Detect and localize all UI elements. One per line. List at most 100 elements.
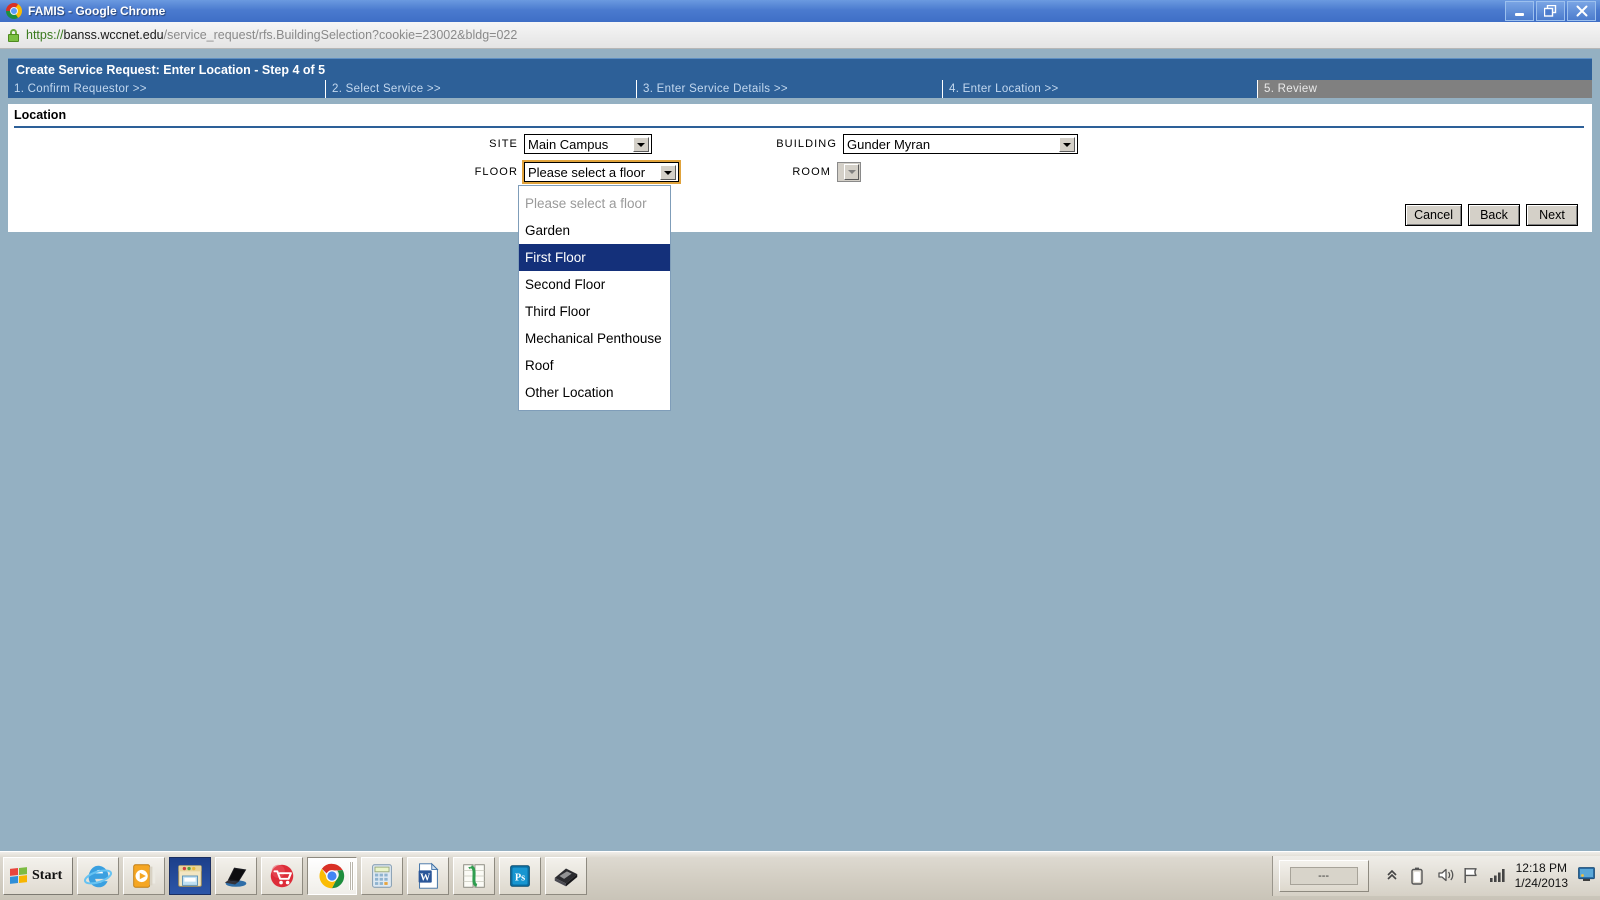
floor-option-label: Roof xyxy=(525,358,554,373)
floor-option-label: First Floor xyxy=(525,250,586,265)
minimize-icon[interactable] xyxy=(1505,1,1534,21)
chevron-up-icon[interactable] xyxy=(1385,867,1401,885)
screen: FAMIS - Google Chrome https://banss.wccn… xyxy=(0,0,1600,900)
cancel-button[interactable]: Cancel xyxy=(1405,204,1462,226)
clock-time: 12:18 PM xyxy=(1515,861,1567,875)
floor-option-label: Garden xyxy=(525,223,571,238)
step-label: 3. Enter Service Details >> xyxy=(643,83,788,95)
url-path: /service_request/rfs.BuildingSelection?c… xyxy=(163,28,518,42)
step-label: 1. Confirm Requestor >> xyxy=(14,83,147,95)
floor-option[interactable]: Garden xyxy=(519,217,670,244)
language-bar[interactable]: --- xyxy=(1278,860,1369,892)
shopping-cart-icon xyxy=(271,864,294,888)
taskbar-item-spreadsheet[interactable] xyxy=(453,857,496,895)
app-header: Create Service Request: Enter Location -… xyxy=(8,58,1592,81)
room-select[interactable] xyxy=(837,162,861,182)
site-select-value: Main Campus xyxy=(528,136,609,152)
action-center-flag-icon[interactable] xyxy=(1463,867,1479,885)
floor-option[interactable]: Mechanical Penthouse xyxy=(519,325,670,352)
floor-option[interactable]: Roof xyxy=(519,352,670,379)
chrome-logo-icon xyxy=(6,3,22,19)
section-divider xyxy=(14,126,1584,128)
taskbar-item-photoshop[interactable]: Ps xyxy=(499,857,542,895)
clock[interactable]: 12:18 PM 1/24/2013 xyxy=(1515,861,1568,891)
chevron-down-icon[interactable] xyxy=(844,164,859,180)
system-tray: --- 12:18 PM 1/24/2013 xyxy=(1271,856,1600,896)
file-explorer-icon xyxy=(178,865,203,887)
step-1-confirm-requestor[interactable]: 1. Confirm Requestor >> xyxy=(8,80,325,98)
back-button[interactable]: Back xyxy=(1468,204,1520,226)
svg-text:Ps: Ps xyxy=(515,873,525,884)
room-label: ROOM xyxy=(792,166,831,178)
step-label: 5. Review xyxy=(1264,83,1318,95)
floor-select[interactable]: Please select a floor xyxy=(522,160,681,184)
building-select-value: Gunder Myran xyxy=(847,136,931,152)
volume-icon[interactable] xyxy=(1437,867,1453,885)
url-text: https://banss.wccnet.edu/service_request… xyxy=(26,28,517,42)
battery-icon[interactable] xyxy=(1410,867,1427,885)
floor-option[interactable]: Please select a floor xyxy=(519,190,670,217)
building-label: BUILDING xyxy=(776,138,837,150)
chevron-down-icon[interactable] xyxy=(1059,137,1075,152)
signal-bars-icon[interactable] xyxy=(1489,867,1505,885)
section-title: Location xyxy=(14,108,67,122)
photoshop-icon: Ps xyxy=(510,865,531,887)
taskbar-item-laptop[interactable] xyxy=(215,857,258,895)
step-3-enter-service-details[interactable]: 3. Enter Service Details >> xyxy=(636,80,942,98)
microsoft-word-icon: W xyxy=(418,862,439,889)
laptop-icon xyxy=(225,867,247,887)
site-label: SITE xyxy=(489,138,518,150)
page-title: Create Service Request: Enter Location -… xyxy=(16,63,326,77)
floor-select-value: Please select a floor xyxy=(528,164,646,180)
taskbar-item-microsoft-word[interactable]: W xyxy=(407,857,450,895)
clock-date: 1/24/2013 xyxy=(1514,876,1568,890)
chevron-down-icon[interactable] xyxy=(633,137,649,152)
floor-option-label: Third Floor xyxy=(525,304,591,319)
language-bar-label: --- xyxy=(1289,867,1358,885)
taskbar-item-shopping-cart[interactable] xyxy=(261,857,304,895)
floor-dropdown-list[interactable]: Please select a floor Garden First Floor… xyxy=(518,185,671,411)
window-title: FAMIS - Google Chrome xyxy=(28,4,166,18)
show-desktop-icon[interactable] xyxy=(1578,867,1595,885)
step-5-review[interactable]: 5. Review xyxy=(1257,80,1592,98)
step-label: 4. Enter Location >> xyxy=(949,83,1059,95)
svg-text:W: W xyxy=(420,873,431,884)
floor-option-label: Mechanical Penthouse xyxy=(525,331,662,346)
taskbar-item-books[interactable] xyxy=(545,857,588,895)
close-icon[interactable] xyxy=(1567,1,1596,21)
taskbar-item-media-player[interactable] xyxy=(123,857,166,895)
google-chrome-icon xyxy=(319,863,345,889)
floor-field-row: FLOOR Please select a floor xyxy=(470,160,681,184)
chevron-down-icon[interactable] xyxy=(660,165,676,180)
taskbar: Start W Ps --- 12:18 PM 1/24/2013 xyxy=(0,851,1600,900)
site-select[interactable]: Main Campus xyxy=(524,134,652,154)
page-content: Create Service Request: Enter Location -… xyxy=(0,48,1600,411)
floor-option-label: Other Location xyxy=(525,385,614,400)
floor-option-selected[interactable]: First Floor xyxy=(519,244,670,271)
floor-option[interactable]: Second Floor xyxy=(519,271,670,298)
windows-flag-icon xyxy=(10,867,27,885)
floor-option[interactable]: Third Floor xyxy=(519,298,670,325)
window-controls xyxy=(1505,1,1600,21)
media-player-icon xyxy=(133,864,156,888)
taskbar-item-internet-explorer[interactable] xyxy=(77,857,120,895)
step-2-select-service[interactable]: 2. Select Service >> xyxy=(325,80,636,98)
start-button-label: Start xyxy=(32,868,63,883)
taskbar-item-google-chrome[interactable] xyxy=(307,857,358,895)
address-bar[interactable]: https://banss.wccnet.edu/service_request… xyxy=(0,22,1600,49)
calculator-icon xyxy=(372,864,393,888)
location-panel: Location SITE Main Campus BUILDING Gunde… xyxy=(8,104,1592,232)
start-button[interactable]: Start xyxy=(3,857,74,895)
step-navigation: 1. Confirm Requestor >> 2. Select Servic… xyxy=(8,80,1592,98)
step-label: 2. Select Service >> xyxy=(332,83,441,95)
floor-option-label: Second Floor xyxy=(525,277,606,292)
building-select[interactable]: Gunder Myran xyxy=(843,134,1078,154)
taskbar-item-calculator[interactable] xyxy=(361,857,404,895)
restore-icon[interactable] xyxy=(1536,1,1565,21)
next-button[interactable]: Next xyxy=(1526,204,1578,226)
floor-option[interactable]: Other Location xyxy=(519,379,670,406)
browser-title-bar: FAMIS - Google Chrome xyxy=(0,0,1600,23)
internet-explorer-icon xyxy=(84,865,113,888)
step-4-enter-location[interactable]: 4. Enter Location >> xyxy=(942,80,1257,98)
taskbar-item-file-explorer[interactable] xyxy=(169,857,212,895)
